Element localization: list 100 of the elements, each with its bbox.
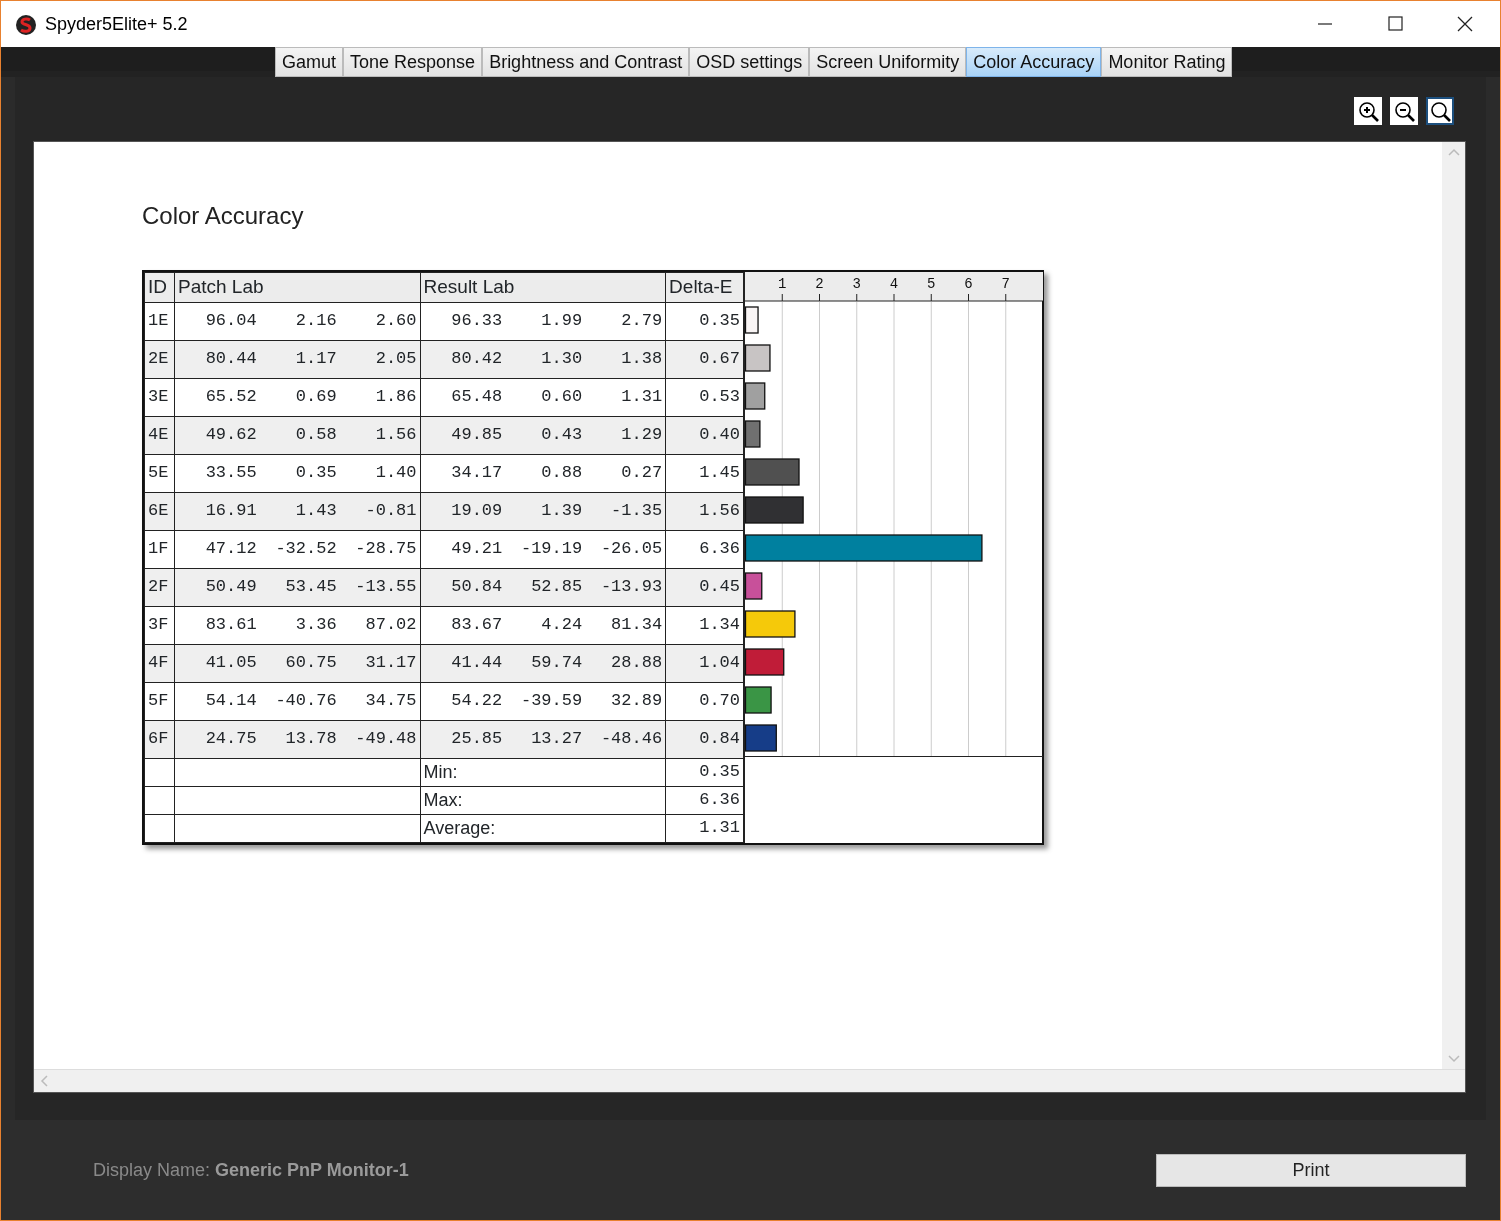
maximize-icon[interactable]: [1386, 16, 1404, 32]
table-cell-text: 49.85: [450, 424, 503, 447]
table-cell-text: 87.02: [364, 614, 417, 637]
table-cell-text: -19.19: [519, 538, 583, 561]
table-cell-text: 49.62: [204, 424, 257, 447]
table-cell-text: 80.44: [204, 348, 257, 371]
table-cell-text: 41.05: [204, 652, 257, 675]
table-cell-text: 49.21: [450, 538, 503, 561]
table-cell-text: 65.52: [204, 386, 257, 409]
table-cell-text: 33.55: [204, 462, 257, 485]
table-cell: 0.53: [665, 378, 744, 416]
column-header: Patch Lab: [174, 272, 421, 302]
table-cell: Average:: [420, 814, 666, 842]
table-cell-text: 34.17: [450, 462, 503, 485]
table-cell-text: 4.24: [540, 614, 583, 637]
table-cell-text: -32.52: [274, 538, 337, 561]
table-cell-text: 1.43: [294, 500, 337, 523]
table-cell-text: 54.22: [450, 690, 503, 713]
table-cell-text: 83.67: [450, 614, 503, 637]
table-cell-text: 96.33: [450, 310, 503, 333]
table-cell: 0.35: [665, 758, 744, 786]
table-cell-text: 25.85: [450, 728, 503, 751]
table-cell-text: 1.40: [374, 462, 417, 485]
column-header: Result Lab: [420, 272, 666, 302]
table-cell-text: -49.48: [354, 728, 417, 751]
table-cell-text: 1.99: [540, 310, 583, 333]
display-name: Display Name: Generic PnP Monitor-1: [93, 1158, 409, 1182]
table-cell-text: 1.30: [540, 348, 583, 371]
table-cell-text: -28.75: [354, 538, 417, 561]
table-cell-text: -13.93: [599, 576, 663, 599]
table-cell-text: 47.12: [204, 538, 257, 561]
table-cell: 2E: [144, 340, 175, 378]
table-cell-text: 60.75: [284, 652, 337, 675]
table-cell-text: 32.89: [610, 690, 663, 713]
table-cell-text: 52.85: [530, 576, 583, 599]
tick-label: 5: [927, 276, 936, 292]
tab[interactable]: Tone Response: [343, 47, 483, 77]
tick-label: 7: [1001, 276, 1010, 292]
tab[interactable]: Monitor Rating: [1101, 47, 1233, 77]
table-cell: 4F: [144, 644, 175, 682]
report-title: Color Accuracy: [142, 201, 305, 231]
table-cell-text: 59.74: [530, 652, 583, 675]
table-cell: 1.04: [665, 644, 744, 682]
horizontal-scrollbar[interactable]: [34, 1069, 1465, 1092]
window-title: Spyder5Elite+ 5.2: [45, 12, 188, 36]
tick-label: 1: [778, 276, 787, 292]
tab[interactable]: OSD settings: [689, 47, 810, 77]
zoom-out-button[interactable]: [1390, 97, 1418, 125]
table-cell-text: 0.60: [540, 386, 583, 409]
table-cell: 0.45: [665, 568, 744, 606]
table-cell-text: 31.17: [364, 652, 417, 675]
print-button[interactable]: Print: [1156, 1153, 1466, 1187]
table-cell-text: 2.05: [374, 348, 417, 371]
table-cell: 0.84: [665, 720, 744, 758]
close-icon[interactable]: [1456, 16, 1474, 32]
table-cell-text: 50.84: [450, 576, 503, 599]
table-cell-text: 2.79: [620, 310, 663, 333]
table-cell-text: 2.60: [374, 310, 417, 333]
table-cell-text: 0.88: [540, 462, 583, 485]
table-cell: 3E: [144, 378, 175, 416]
column-header: ID: [144, 272, 175, 302]
table-cell-text: 1.29: [620, 424, 663, 447]
table-cell-text: 41.44: [450, 652, 503, 675]
table-cell-text: -48.46: [599, 728, 663, 751]
zoom-in-button[interactable]: [1354, 97, 1382, 125]
tab[interactable]: Gamut: [275, 47, 344, 77]
table-cell-text: 1.38: [620, 348, 663, 371]
search-button[interactable]: [1426, 97, 1454, 125]
tick-label: 2: [815, 276, 824, 292]
table-cell-text: 53.45: [284, 576, 337, 599]
table-cell-text: 1.39: [540, 500, 583, 523]
table-cell-text: 0.27: [620, 462, 663, 485]
table-cell: 6.36: [665, 530, 744, 568]
table-cell-text: 83.61: [204, 614, 257, 637]
tick-label: 3: [852, 276, 861, 292]
table-cell: Min:: [420, 758, 666, 786]
table-cell: 6F: [144, 720, 175, 758]
table-cell-text: 1.56: [374, 424, 417, 447]
table-cell: 4E: [144, 416, 175, 454]
table-cell-text: 13.78: [284, 728, 337, 751]
table-cell: 0.35: [665, 302, 744, 340]
table-cell: 1.34: [665, 606, 744, 644]
table-cell: 1.45: [665, 454, 744, 492]
table-cell-text: 2.16: [294, 310, 337, 333]
table-cell-text: 1.31: [620, 386, 663, 409]
tab[interactable]: Color Accuracy: [966, 47, 1102, 77]
table-cell-text: 13.27: [530, 728, 583, 751]
table-cell-text: 50.49: [204, 576, 257, 599]
table-cell-text: 19.09: [450, 500, 503, 523]
table-cell-text: -26.05: [599, 538, 663, 561]
tick-label: 6: [964, 276, 973, 292]
table-cell-text: 0.69: [294, 386, 337, 409]
tab[interactable]: Screen Uniformity: [809, 47, 967, 77]
table-cell: 5F: [144, 682, 175, 720]
table-cell-text: 3.36: [294, 614, 337, 637]
table-cell: 5E: [144, 454, 175, 492]
table-cell-text: 0.35: [294, 462, 337, 485]
table-cell-text: -0.81: [364, 500, 417, 523]
tab[interactable]: Brightness and Contrast: [482, 47, 690, 77]
tick-label: 4: [889, 276, 899, 292]
